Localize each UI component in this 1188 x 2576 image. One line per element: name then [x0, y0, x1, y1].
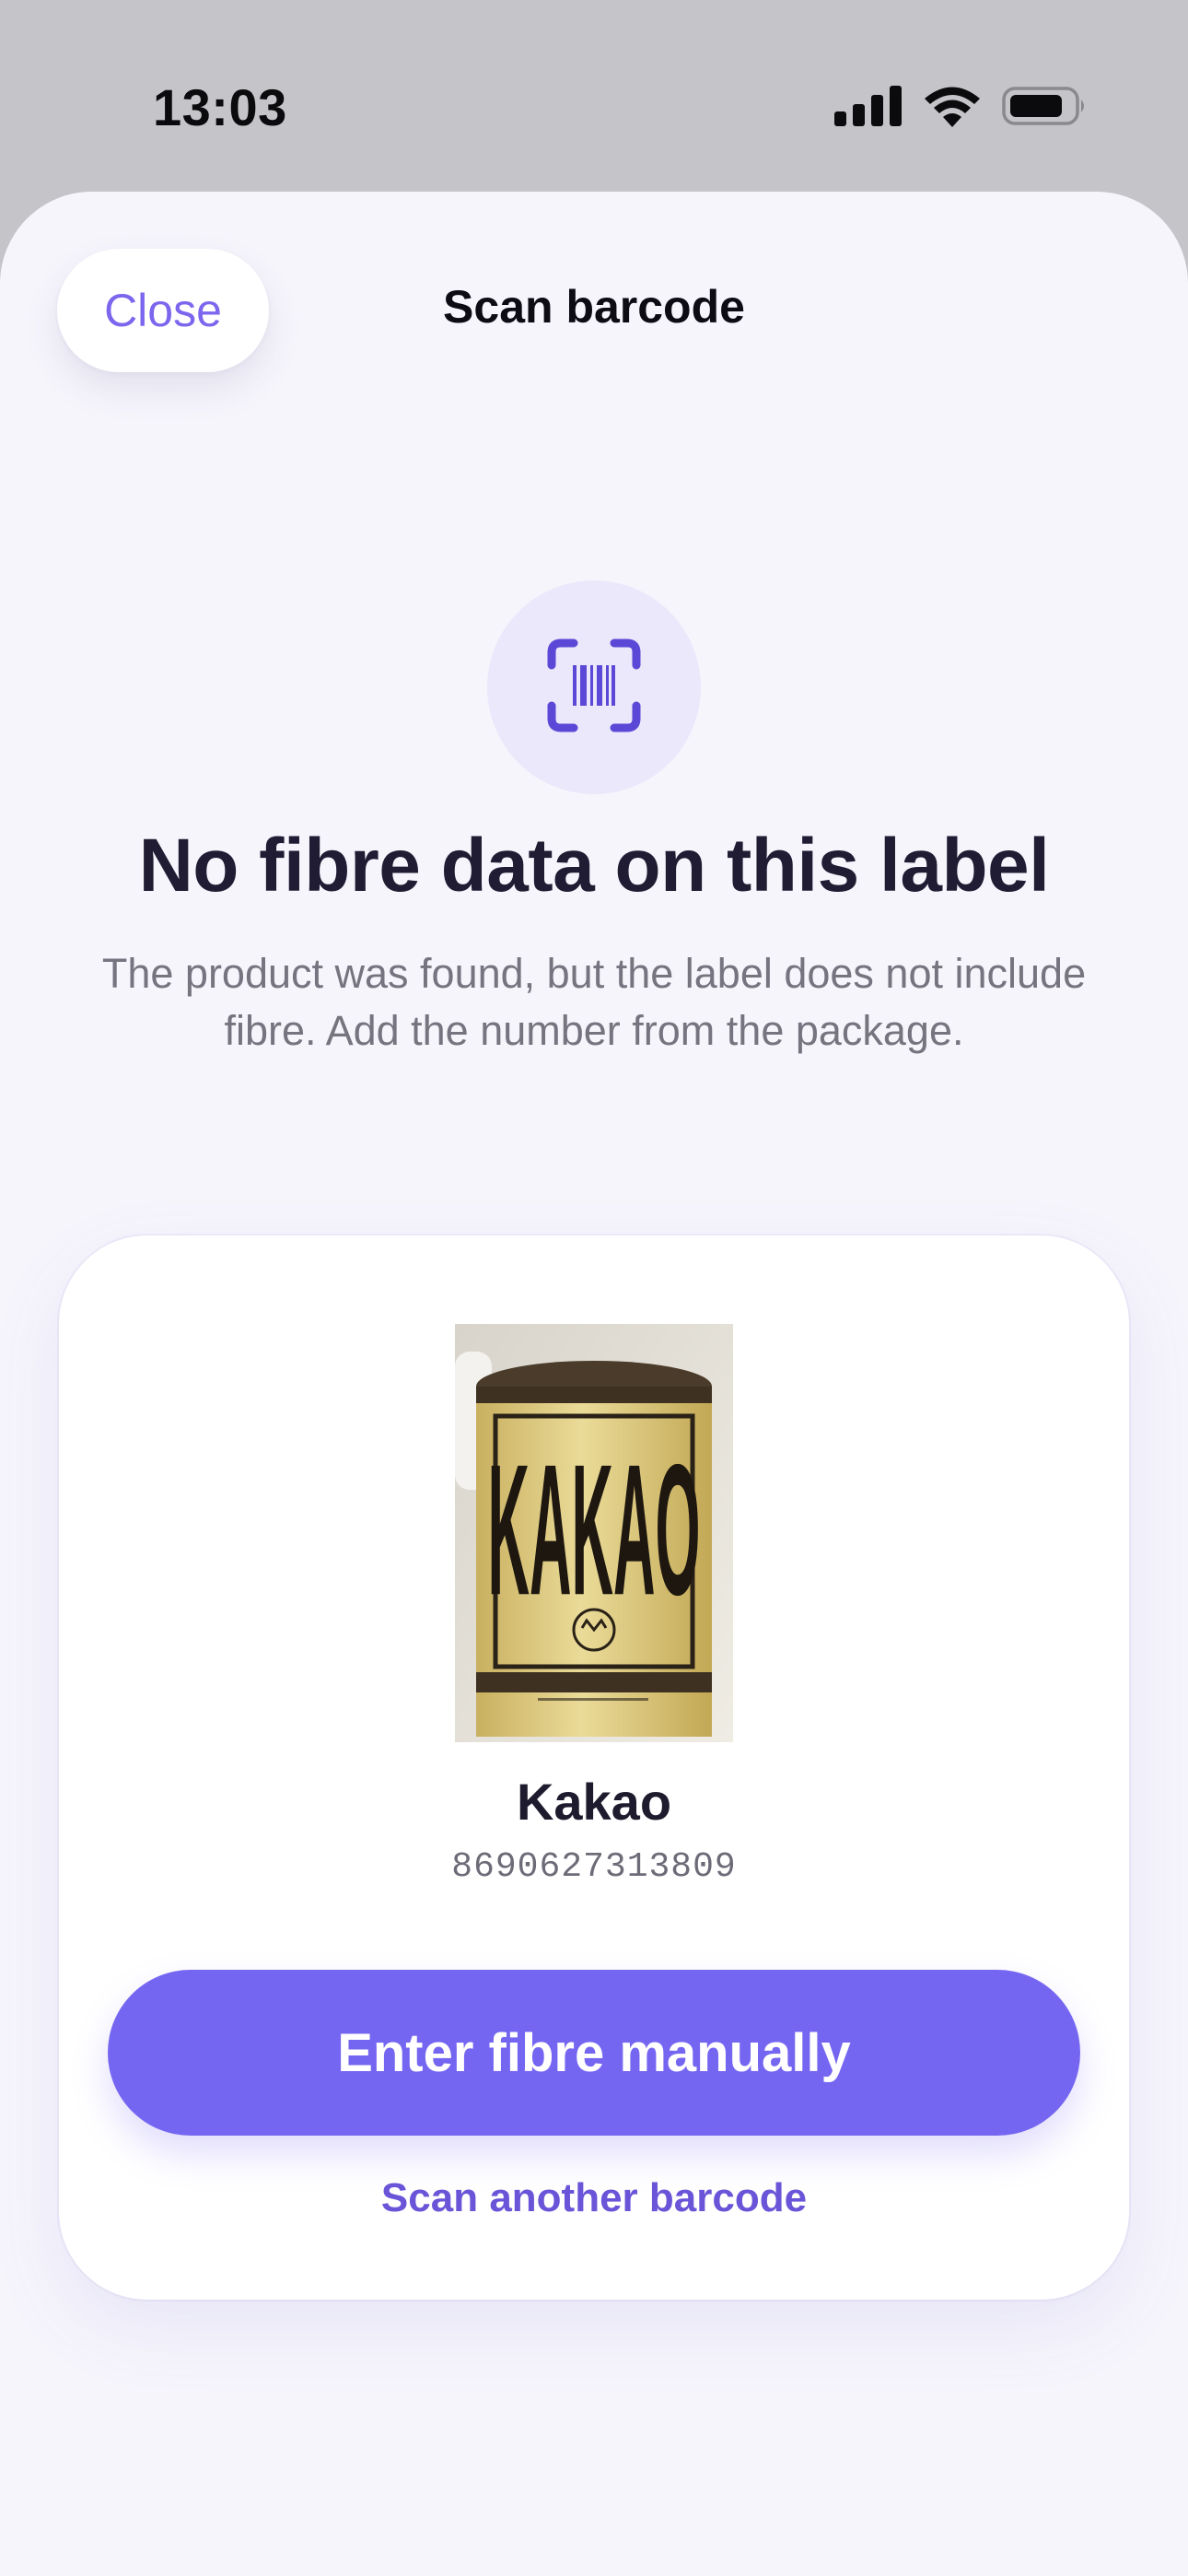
cellular-signal-icon: [834, 85, 903, 131]
sheet-title: Scan barcode: [443, 281, 745, 333]
scan-another-barcode-link[interactable]: Scan another barcode: [59, 2175, 1129, 2221]
product-name: Kakao: [516, 1773, 672, 1831]
enter-fibre-manually-button[interactable]: Enter fibre manually: [108, 1970, 1080, 2136]
status-icons: [834, 85, 1089, 131]
product-barcode: 8690627313809: [451, 1847, 737, 1887]
headline: No fibre data on this label: [138, 824, 1050, 907]
product-card: KAKAO Kakao 8690627313809 Enter fibre ma…: [59, 1235, 1129, 2300]
scan-result-sheet: Close Scan barcode No fibre data on this…: [0, 192, 1188, 2576]
product-image: KAKAO: [455, 1324, 733, 1742]
status-bar: 13:03: [0, 0, 1188, 192]
battery-icon: [1002, 85, 1089, 132]
hero-icon-circle: [487, 580, 701, 794]
barcode-scan-icon: [546, 638, 642, 738]
wifi-icon: [923, 85, 982, 132]
status-time: 13:03: [153, 78, 287, 136]
subtext: The product was found, but the label doe…: [101, 950, 1087, 1054]
product-image-label: KAKAO: [488, 1425, 701, 1634]
